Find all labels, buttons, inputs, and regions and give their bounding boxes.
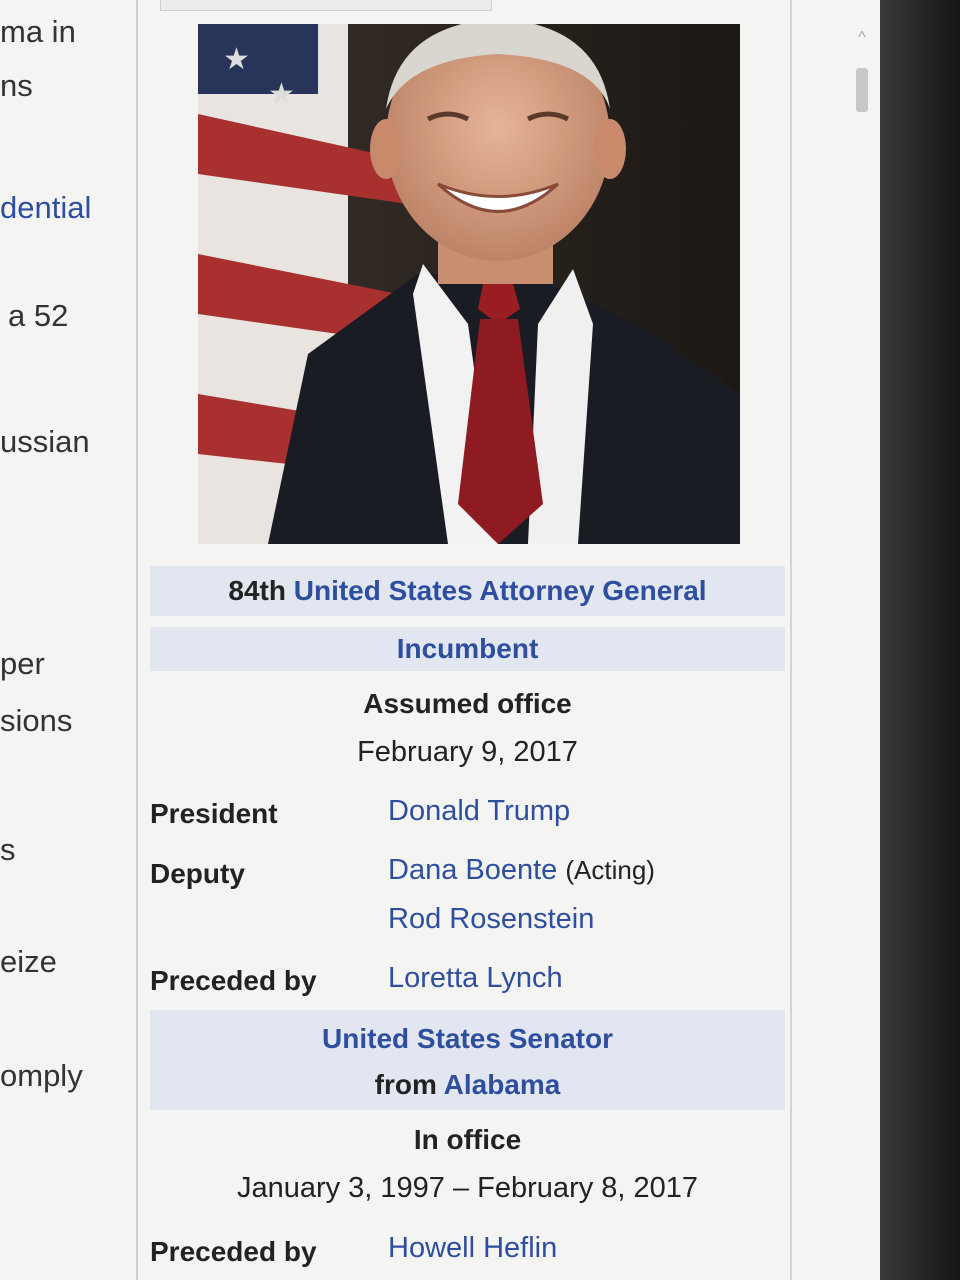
text-fragment: omply — [0, 1058, 83, 1093]
text-fragment: eize — [0, 944, 57, 979]
portrait-image: ★ ★ — [198, 24, 740, 544]
infobox-border — [790, 0, 792, 1280]
office-header: 84th United States Attorney General — [150, 566, 785, 616]
senate-preceded-by-label: Preceded by — [150, 1236, 317, 1267]
incumbent-link[interactable]: Incumbent — [397, 633, 539, 664]
browser-screen: ma in ns dential a 52 ussian per sions s… — [0, 0, 880, 1280]
svg-text:★: ★ — [223, 42, 250, 77]
office-title-link[interactable]: United States Attorney General — [294, 575, 707, 606]
text-fragment: per — [0, 646, 45, 681]
incumbent-header: Incumbent — [150, 627, 785, 671]
deputy-label: Deputy — [150, 858, 245, 889]
deputy-row-1: Dana Boente (Acting) — [388, 854, 655, 887]
senate-preceded-by-link[interactable]: Howell Heflin — [388, 1232, 557, 1265]
text-fragment: ns — [0, 68, 33, 103]
in-office-dates: January 3, 1997 – February 8, 2017 — [236, 1172, 699, 1204]
preceded-by-label: Preceded by — [150, 965, 317, 996]
deputy-note: (Acting) — [565, 855, 655, 885]
senate-title-link[interactable]: United States Senator — [150, 1016, 785, 1062]
svg-text:★: ★ — [268, 77, 295, 112]
top-tab-edge — [160, 0, 492, 11]
official-portrait[interactable]: ★ ★ — [198, 24, 740, 544]
article-text-column: ma in ns dential a 52 ussian per sions s… — [0, 0, 130, 1280]
scrollbar[interactable]: ^ — [852, 20, 872, 1280]
president-link[interactable]: Donald Trump — [388, 795, 570, 828]
text-fragment: s — [0, 832, 16, 867]
senate-from-text: from — [374, 1069, 437, 1100]
monitor-bezel — [880, 0, 960, 1280]
deputy-link-2[interactable]: Rod Rosenstein — [388, 903, 594, 936]
scroll-thumb[interactable] — [856, 68, 868, 112]
text-fragment: ma in — [0, 14, 76, 49]
text-fragment: ussian — [0, 424, 90, 459]
deputy-link-1[interactable]: Dana Boente — [388, 854, 557, 886]
in-office-label: In office — [413, 1124, 522, 1155]
president-label: President — [150, 798, 278, 829]
assumed-office-label: Assumed office — [363, 688, 572, 719]
preceded-by-link[interactable]: Loretta Lynch — [388, 962, 563, 995]
text-fragment: sions — [0, 703, 73, 738]
scroll-up-arrow-icon[interactable]: ^ — [852, 28, 872, 48]
column-divider — [136, 0, 138, 1280]
text-fragment: a 52 — [8, 298, 69, 333]
senate-header: United States Senator from Alabama — [150, 1010, 785, 1110]
assumed-office-date: February 9, 2017 — [357, 736, 578, 768]
senate-state-link[interactable]: Alabama — [444, 1069, 561, 1100]
office-ordinal: 84th — [228, 575, 286, 606]
article-link[interactable]: dential — [0, 190, 91, 226]
